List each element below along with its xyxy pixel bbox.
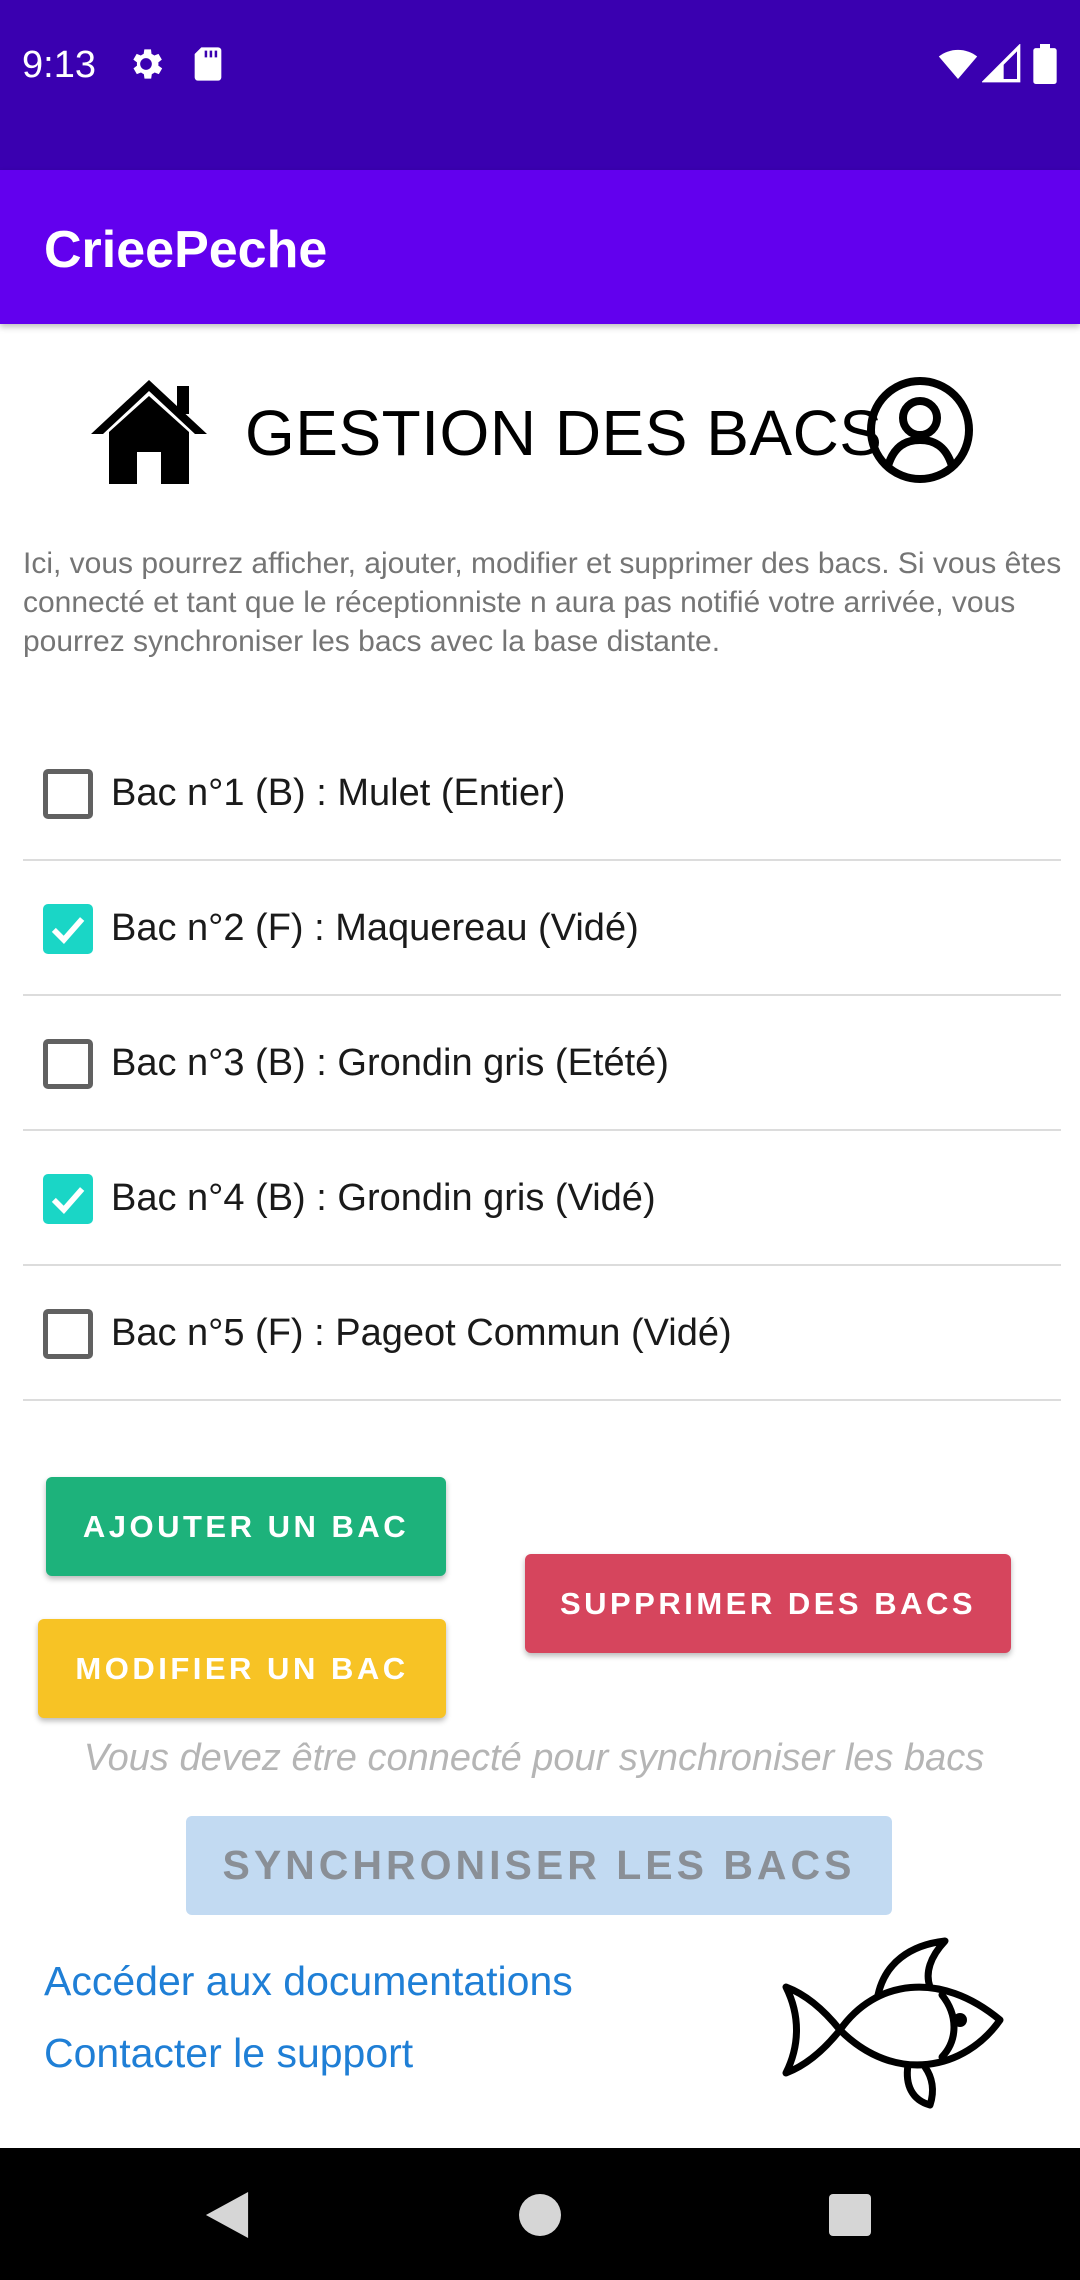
bac-item[interactable]: Bac n°3 (B) : Grondin gris (Etété) xyxy=(23,996,1061,1131)
bac-checkbox[interactable] xyxy=(43,1039,93,1089)
sd-card-icon xyxy=(194,47,222,81)
bac-checkbox[interactable] xyxy=(43,1174,93,1224)
home-circle-icon[interactable] xyxy=(519,2194,561,2236)
bac-label: Bac n°5 (F) : Pageot Commun (Vidé) xyxy=(111,1312,732,1354)
add-bac-button[interactable]: AJOUTER UN BAC xyxy=(46,1477,446,1576)
recents-icon[interactable] xyxy=(829,2194,871,2236)
bac-item[interactable]: Bac n°1 (B) : Mulet (Entier) xyxy=(23,726,1061,861)
bac-item[interactable]: Bac n°4 (B) : Grondin gris (Vidé) xyxy=(23,1131,1061,1266)
sync-bacs-button[interactable]: SYNCHRONISER LES BACS xyxy=(186,1816,892,1915)
bac-checkbox[interactable] xyxy=(43,904,93,954)
bac-item[interactable]: Bac n°5 (F) : Pageot Commun (Vidé) xyxy=(23,1266,1061,1401)
delete-bacs-button[interactable]: SUPPRIMER DES BACS xyxy=(525,1554,1011,1653)
page-description: Ici, vous pourrez afficher, ajouter, mod… xyxy=(23,547,1062,658)
wifi-icon xyxy=(938,49,978,79)
battery-icon xyxy=(1033,44,1057,84)
support-link[interactable]: Contacter le support xyxy=(44,2030,413,2077)
edit-bac-button[interactable]: MODIFIER UN BAC xyxy=(38,1619,446,1718)
system-nav-bar xyxy=(0,2148,1080,2280)
bac-label: Bac n°1 (B) : Mulet (Entier) xyxy=(111,772,566,814)
bac-item[interactable]: Bac n°2 (F) : Maquereau (Vidé) xyxy=(23,861,1061,996)
bac-label: Bac n°3 (B) : Grondin gris (Etété) xyxy=(111,1042,669,1084)
bac-label: Bac n°2 (F) : Maquereau (Vidé) xyxy=(111,907,639,949)
signal-icon xyxy=(982,44,1021,83)
documentation-link[interactable]: Accéder aux documentations xyxy=(44,1958,573,2005)
fish-icon xyxy=(782,1937,1004,2109)
bac-checkbox[interactable] xyxy=(43,1309,93,1359)
bac-label: Bac n°4 (B) : Grondin gris (Vidé) xyxy=(111,1177,656,1219)
home-icon[interactable] xyxy=(85,372,213,488)
checkmark-icon xyxy=(51,917,85,944)
bac-checkbox[interactable] xyxy=(43,769,93,819)
bac-list: Bac n°1 (B) : Mulet (Entier) Bac n°2 (F)… xyxy=(23,726,1061,1401)
gear-icon xyxy=(133,49,163,79)
page-title: GESTION DES BACS xyxy=(245,397,883,469)
page-header: GESTION DES BACS xyxy=(0,360,1080,500)
user-account-icon[interactable] xyxy=(866,376,974,484)
app-bar: CrieePeche xyxy=(0,170,1080,324)
checkmark-icon xyxy=(51,1187,85,1214)
status-time: 9:13 xyxy=(22,44,96,86)
app-title: CrieePeche xyxy=(44,221,328,279)
back-icon[interactable] xyxy=(205,2192,249,2238)
status-bar: 9:13 xyxy=(0,0,1080,170)
sync-note: Vous devez être connecté pour synchronis… xyxy=(83,1737,985,1779)
